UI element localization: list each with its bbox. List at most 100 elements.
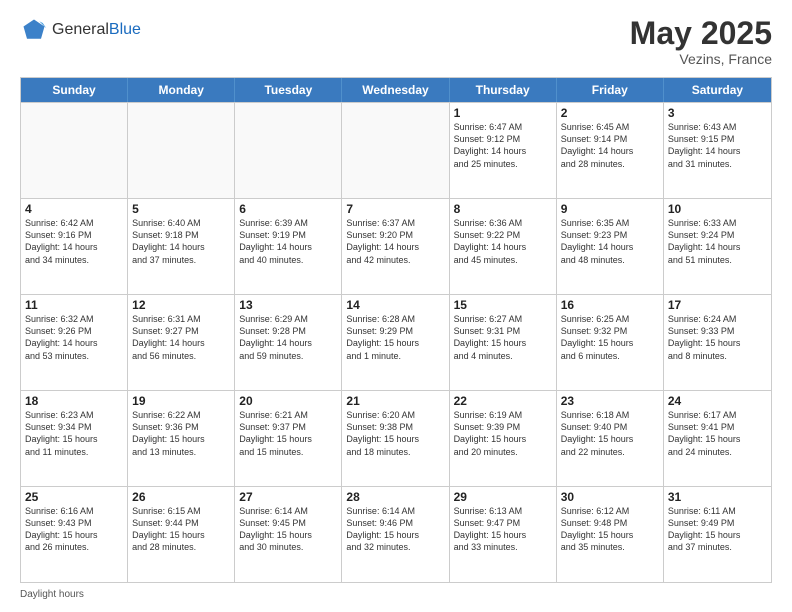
day-detail: Sunrise: 6:24 AM Sunset: 9:33 PM Dayligh…: [668, 313, 767, 362]
day-number: 11: [25, 298, 123, 312]
day-cell-27: 27Sunrise: 6:14 AM Sunset: 9:45 PM Dayli…: [235, 487, 342, 582]
day-number: 15: [454, 298, 552, 312]
day-number: 6: [239, 202, 337, 216]
day-cell-10: 10Sunrise: 6:33 AM Sunset: 9:24 PM Dayli…: [664, 199, 771, 294]
day-number: 16: [561, 298, 659, 312]
day-cell-24: 24Sunrise: 6:17 AM Sunset: 9:41 PM Dayli…: [664, 391, 771, 486]
day-cell-2: 2Sunrise: 6:45 AM Sunset: 9:14 PM Daylig…: [557, 103, 664, 198]
calendar-body: 1Sunrise: 6:47 AM Sunset: 9:12 PM Daylig…: [21, 102, 771, 582]
day-cell-25: 25Sunrise: 6:16 AM Sunset: 9:43 PM Dayli…: [21, 487, 128, 582]
day-detail: Sunrise: 6:28 AM Sunset: 9:29 PM Dayligh…: [346, 313, 444, 362]
empty-cell: [235, 103, 342, 198]
day-number: 23: [561, 394, 659, 408]
day-cell-23: 23Sunrise: 6:18 AM Sunset: 9:40 PM Dayli…: [557, 391, 664, 486]
day-cell-8: 8Sunrise: 6:36 AM Sunset: 9:22 PM Daylig…: [450, 199, 557, 294]
day-number: 4: [25, 202, 123, 216]
logo-icon: [20, 16, 48, 44]
day-detail: Sunrise: 6:35 AM Sunset: 9:23 PM Dayligh…: [561, 217, 659, 266]
week-row-0: 1Sunrise: 6:47 AM Sunset: 9:12 PM Daylig…: [21, 102, 771, 198]
day-number: 25: [25, 490, 123, 504]
day-number: 9: [561, 202, 659, 216]
day-number: 2: [561, 106, 659, 120]
week-row-1: 4Sunrise: 6:42 AM Sunset: 9:16 PM Daylig…: [21, 198, 771, 294]
day-detail: Sunrise: 6:42 AM Sunset: 9:16 PM Dayligh…: [25, 217, 123, 266]
day-cell-21: 21Sunrise: 6:20 AM Sunset: 9:38 PM Dayli…: [342, 391, 449, 486]
day-header-thursday: Thursday: [450, 78, 557, 102]
day-number: 18: [25, 394, 123, 408]
day-cell-1: 1Sunrise: 6:47 AM Sunset: 9:12 PM Daylig…: [450, 103, 557, 198]
day-cell-20: 20Sunrise: 6:21 AM Sunset: 9:37 PM Dayli…: [235, 391, 342, 486]
day-header-saturday: Saturday: [664, 78, 771, 102]
day-cell-11: 11Sunrise: 6:32 AM Sunset: 9:26 PM Dayli…: [21, 295, 128, 390]
day-number: 24: [668, 394, 767, 408]
day-number: 5: [132, 202, 230, 216]
title-block: May 2025 Vezins, France: [630, 16, 772, 67]
day-detail: Sunrise: 6:14 AM Sunset: 9:46 PM Dayligh…: [346, 505, 444, 554]
day-detail: Sunrise: 6:16 AM Sunset: 9:43 PM Dayligh…: [25, 505, 123, 554]
day-header-friday: Friday: [557, 78, 664, 102]
day-number: 19: [132, 394, 230, 408]
day-cell-7: 7Sunrise: 6:37 AM Sunset: 9:20 PM Daylig…: [342, 199, 449, 294]
calendar: SundayMondayTuesdayWednesdayThursdayFrid…: [20, 77, 772, 583]
day-number: 28: [346, 490, 444, 504]
day-number: 30: [561, 490, 659, 504]
logo-general: General: [52, 21, 109, 38]
day-cell-26: 26Sunrise: 6:15 AM Sunset: 9:44 PM Dayli…: [128, 487, 235, 582]
day-number: 17: [668, 298, 767, 312]
day-number: 29: [454, 490, 552, 504]
day-cell-3: 3Sunrise: 6:43 AM Sunset: 9:15 PM Daylig…: [664, 103, 771, 198]
day-number: 7: [346, 202, 444, 216]
day-number: 31: [668, 490, 767, 504]
day-detail: Sunrise: 6:32 AM Sunset: 9:26 PM Dayligh…: [25, 313, 123, 362]
page: GeneralBlue May 2025 Vezins, France Sund…: [0, 0, 792, 612]
day-detail: Sunrise: 6:27 AM Sunset: 9:31 PM Dayligh…: [454, 313, 552, 362]
header: GeneralBlue May 2025 Vezins, France: [20, 16, 772, 67]
day-detail: Sunrise: 6:33 AM Sunset: 9:24 PM Dayligh…: [668, 217, 767, 266]
day-number: 3: [668, 106, 767, 120]
day-detail: Sunrise: 6:39 AM Sunset: 9:19 PM Dayligh…: [239, 217, 337, 266]
day-detail: Sunrise: 6:29 AM Sunset: 9:28 PM Dayligh…: [239, 313, 337, 362]
day-detail: Sunrise: 6:31 AM Sunset: 9:27 PM Dayligh…: [132, 313, 230, 362]
location: Vezins, France: [630, 51, 772, 67]
day-detail: Sunrise: 6:23 AM Sunset: 9:34 PM Dayligh…: [25, 409, 123, 458]
empty-cell: [128, 103, 235, 198]
day-detail: Sunrise: 6:14 AM Sunset: 9:45 PM Dayligh…: [239, 505, 337, 554]
day-cell-4: 4Sunrise: 6:42 AM Sunset: 9:16 PM Daylig…: [21, 199, 128, 294]
day-detail: Sunrise: 6:18 AM Sunset: 9:40 PM Dayligh…: [561, 409, 659, 458]
day-detail: Sunrise: 6:25 AM Sunset: 9:32 PM Dayligh…: [561, 313, 659, 362]
empty-cell: [21, 103, 128, 198]
day-detail: Sunrise: 6:19 AM Sunset: 9:39 PM Dayligh…: [454, 409, 552, 458]
empty-cell: [342, 103, 449, 198]
day-detail: Sunrise: 6:12 AM Sunset: 9:48 PM Dayligh…: [561, 505, 659, 554]
day-cell-19: 19Sunrise: 6:22 AM Sunset: 9:36 PM Dayli…: [128, 391, 235, 486]
day-cell-17: 17Sunrise: 6:24 AM Sunset: 9:33 PM Dayli…: [664, 295, 771, 390]
day-detail: Sunrise: 6:13 AM Sunset: 9:47 PM Dayligh…: [454, 505, 552, 554]
day-number: 13: [239, 298, 337, 312]
day-number: 14: [346, 298, 444, 312]
week-row-2: 11Sunrise: 6:32 AM Sunset: 9:26 PM Dayli…: [21, 294, 771, 390]
logo-blue: Blue: [109, 21, 141, 38]
day-detail: Sunrise: 6:11 AM Sunset: 9:49 PM Dayligh…: [668, 505, 767, 554]
day-cell-30: 30Sunrise: 6:12 AM Sunset: 9:48 PM Dayli…: [557, 487, 664, 582]
footer: Daylight hours: [20, 589, 772, 600]
day-detail: Sunrise: 6:47 AM Sunset: 9:12 PM Dayligh…: [454, 121, 552, 170]
day-number: 8: [454, 202, 552, 216]
day-detail: Sunrise: 6:21 AM Sunset: 9:37 PM Dayligh…: [239, 409, 337, 458]
day-cell-22: 22Sunrise: 6:19 AM Sunset: 9:39 PM Dayli…: [450, 391, 557, 486]
day-cell-29: 29Sunrise: 6:13 AM Sunset: 9:47 PM Dayli…: [450, 487, 557, 582]
day-cell-16: 16Sunrise: 6:25 AM Sunset: 9:32 PM Dayli…: [557, 295, 664, 390]
day-detail: Sunrise: 6:20 AM Sunset: 9:38 PM Dayligh…: [346, 409, 444, 458]
day-cell-5: 5Sunrise: 6:40 AM Sunset: 9:18 PM Daylig…: [128, 199, 235, 294]
day-detail: Sunrise: 6:40 AM Sunset: 9:18 PM Dayligh…: [132, 217, 230, 266]
week-row-4: 25Sunrise: 6:16 AM Sunset: 9:43 PM Dayli…: [21, 486, 771, 582]
day-detail: Sunrise: 6:22 AM Sunset: 9:36 PM Dayligh…: [132, 409, 230, 458]
day-number: 27: [239, 490, 337, 504]
day-number: 12: [132, 298, 230, 312]
day-detail: Sunrise: 6:15 AM Sunset: 9:44 PM Dayligh…: [132, 505, 230, 554]
day-number: 21: [346, 394, 444, 408]
month-year: May 2025: [630, 16, 772, 51]
day-detail: Sunrise: 6:17 AM Sunset: 9:41 PM Dayligh…: [668, 409, 767, 458]
logo: GeneralBlue: [20, 16, 141, 44]
day-number: 26: [132, 490, 230, 504]
day-detail: Sunrise: 6:36 AM Sunset: 9:22 PM Dayligh…: [454, 217, 552, 266]
